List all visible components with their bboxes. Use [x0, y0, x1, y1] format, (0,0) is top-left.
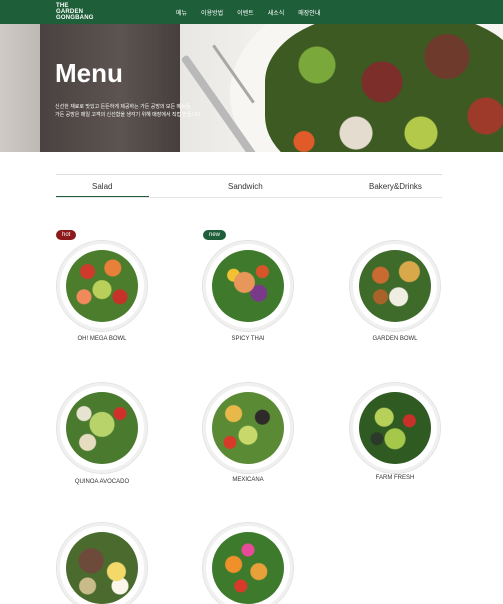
menu-item-image-quinoa-avocado[interactable] — [57, 383, 147, 473]
menu-item-name[interactable]: SPICY THAI — [193, 336, 303, 342]
tab-bakery-drinks[interactable]: Bakery&Drinks — [369, 182, 422, 191]
site-header: THE GARDEN GONGBANG 메뉴 이용방법 이벤트 새소식 매장안내 — [0, 0, 503, 24]
tab-salad[interactable]: Salad — [92, 182, 112, 191]
menu-item-image-mexicana[interactable] — [203, 383, 293, 473]
page-title: Menu — [55, 58, 123, 88]
menu-item-image-spicy-thai[interactable] — [203, 241, 293, 331]
hero-banner: Menu 신선한 재료로 맛있고 든든하게 제공하는 가든 공방의 모든 메뉴들… — [0, 24, 503, 152]
nav-menu[interactable]: 메뉴 — [176, 8, 187, 17]
tabs-divider — [56, 197, 442, 198]
menu-item-name[interactable]: OH! MEGA BOWL — [47, 336, 157, 342]
menu-item-image-oh-mega-bowl[interactable] — [57, 241, 147, 331]
main-nav: 메뉴 이용방법 이벤트 새소식 매장안내 — [176, 8, 334, 17]
menu-item-image-garden-bowl[interactable] — [350, 241, 440, 331]
menu-item-name[interactable]: MEXICANA — [193, 477, 303, 483]
hero-salad-image — [265, 24, 503, 152]
menu-item-name[interactable]: GARDEN BOWL — [340, 336, 450, 342]
nav-store-info[interactable]: 매장안내 — [298, 8, 320, 17]
nav-news[interactable]: 새소식 — [268, 8, 285, 17]
brand-logo[interactable]: THE GARDEN GONGBANG — [56, 3, 94, 21]
hero-desc-line-1: 신선한 재료로 맛있고 든든하게 제공하는 가든 공방의 모든 메뉴들, — [55, 104, 192, 110]
menu-item-image[interactable] — [57, 523, 147, 604]
menu-item-name[interactable]: QUINOA AVOCADO — [47, 479, 157, 485]
logo-line-3: GONGBANG — [56, 15, 94, 21]
nav-how-to-use[interactable]: 이용방법 — [201, 8, 223, 17]
new-badge: new — [203, 230, 227, 240]
menu-item-image[interactable] — [203, 523, 293, 604]
menu-tabs: Salad Sandwich Bakery&Drinks — [56, 174, 442, 198]
tab-sandwich[interactable]: Sandwich — [228, 182, 263, 191]
menu-item-image-farm-fresh[interactable] — [350, 383, 440, 473]
menu-item-name[interactable]: FARM FRESH — [340, 475, 450, 481]
hero-description: 신선한 재료로 맛있고 든든하게 제공하는 가든 공방의 모든 메뉴들, 가든 … — [55, 103, 225, 119]
hero-desc-line-2: 가든 공방은 매일 고객의 신선함을 생각기 위해 매장에서 직접 만듭니다. — [55, 112, 203, 118]
hot-badge: hot — [56, 230, 77, 240]
nav-events[interactable]: 이벤트 — [237, 8, 254, 17]
